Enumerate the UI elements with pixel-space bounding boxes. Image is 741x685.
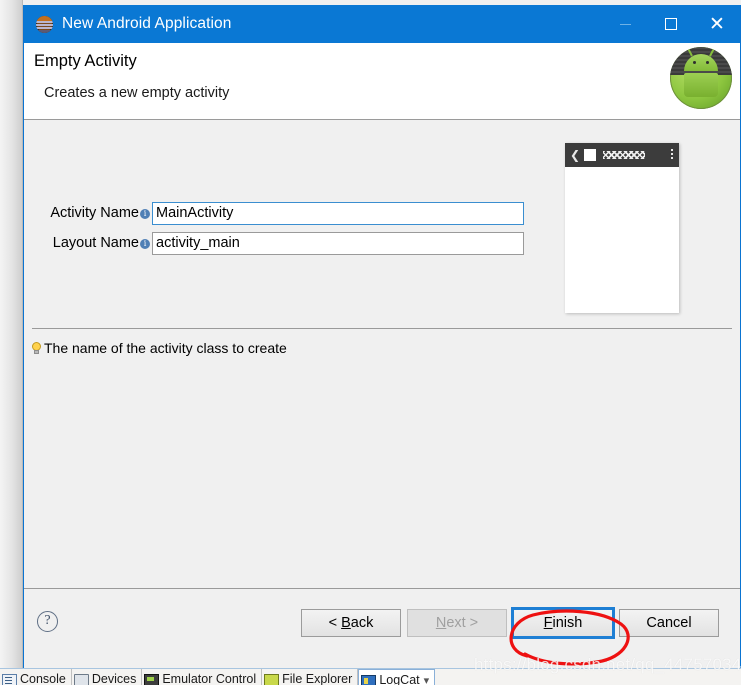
explorer-icon <box>264 674 280 685</box>
ide-tab-devices[interactable]: Devices <box>72 669 143 685</box>
activity-name-input[interactable] <box>152 201 524 225</box>
lightbulb-icon <box>32 341 41 355</box>
window-controls: ✕ <box>602 5 740 43</box>
back-button[interactable]: < Back <box>301 609 401 637</box>
close-button[interactable]: ✕ <box>694 5 740 43</box>
back-button-label: < Back <box>328 615 374 631</box>
form-area: Activity Name i Layout Name i ❮ <box>24 120 740 320</box>
page-subtitle: Creates a new empty activity <box>44 85 230 101</box>
maximize-button[interactable] <box>648 5 694 43</box>
cancel-button[interactable]: Cancel <box>619 609 719 637</box>
wizard-header: Empty Activity Creates a new empty activ… <box>24 43 740 120</box>
ide-tab-file-explorer[interactable]: File Explorer <box>262 669 359 685</box>
new-android-application-dialog: New Android Application ✕ Empty Activity… <box>23 5 741 668</box>
dialog-footer: ? < Back Next > Finish Cancel <box>24 588 740 668</box>
ide-left-gutter <box>0 0 23 668</box>
cancel-button-label: Cancel <box>646 615 692 631</box>
logcat-icon <box>361 675 377 685</box>
info-icon[interactable]: i <box>140 239 150 249</box>
ide-tab-logcat[interactable]: LogCat ▾ <box>358 669 436 685</box>
ide-tab-console[interactable]: Console <box>0 669 72 685</box>
dialog-titlebar[interactable]: New Android Application ✕ <box>24 5 740 43</box>
preview-canvas <box>565 167 679 313</box>
app-launcher-icon <box>584 149 597 161</box>
ide-view-tabstrip: Console Devices Emulator Control File Explo… <box>0 668 741 685</box>
page-title: Empty Activity <box>34 52 137 70</box>
maximize-icon <box>665 18 677 30</box>
ide-tab-emulator-control[interactable]: Emulator Control <box>142 669 263 685</box>
finish-button-label: Finish <box>543 615 583 631</box>
android-robot-icon <box>670 47 732 109</box>
minimize-button[interactable] <box>602 5 648 43</box>
overflow-menu-icon <box>671 149 673 151</box>
finish-button[interactable]: Finish <box>511 607 615 639</box>
wizard-content: Activity Name i Layout Name i ❮ <box>24 120 740 588</box>
emulator-icon <box>144 674 160 685</box>
zigzag-title-placeholder <box>603 151 646 159</box>
close-icon[interactable]: ▾ <box>424 671 430 685</box>
next-button-label: Next > <box>435 615 479 631</box>
hint-text: The name of the activity class to create <box>44 340 287 356</box>
preview-action-bar: ❮ <box>565 143 679 167</box>
next-button[interactable]: Next > <box>407 609 507 637</box>
activity-name-label: Activity Name <box>50 205 139 221</box>
layout-name-input[interactable] <box>152 231 524 255</box>
layout-name-label: Layout Name <box>52 235 139 251</box>
close-icon: ✕ <box>709 12 725 35</box>
info-icon[interactable]: i <box>140 209 150 219</box>
button-bar: < Back Next > Finish Cancel <box>301 607 719 639</box>
help-button[interactable]: ? <box>37 611 58 632</box>
minimize-icon <box>619 23 631 25</box>
hint-row: The name of the activity class to create <box>32 340 287 356</box>
dialog-title: New Android Application <box>62 15 232 32</box>
activity-preview-thumbnail: ❮ <box>565 143 679 313</box>
console-icon <box>2 674 17 685</box>
eclipse-wizard-icon <box>36 15 53 33</box>
hint-separator <box>32 328 732 329</box>
back-arrow-icon: ❮ <box>570 148 581 162</box>
devices-icon <box>73 674 89 685</box>
